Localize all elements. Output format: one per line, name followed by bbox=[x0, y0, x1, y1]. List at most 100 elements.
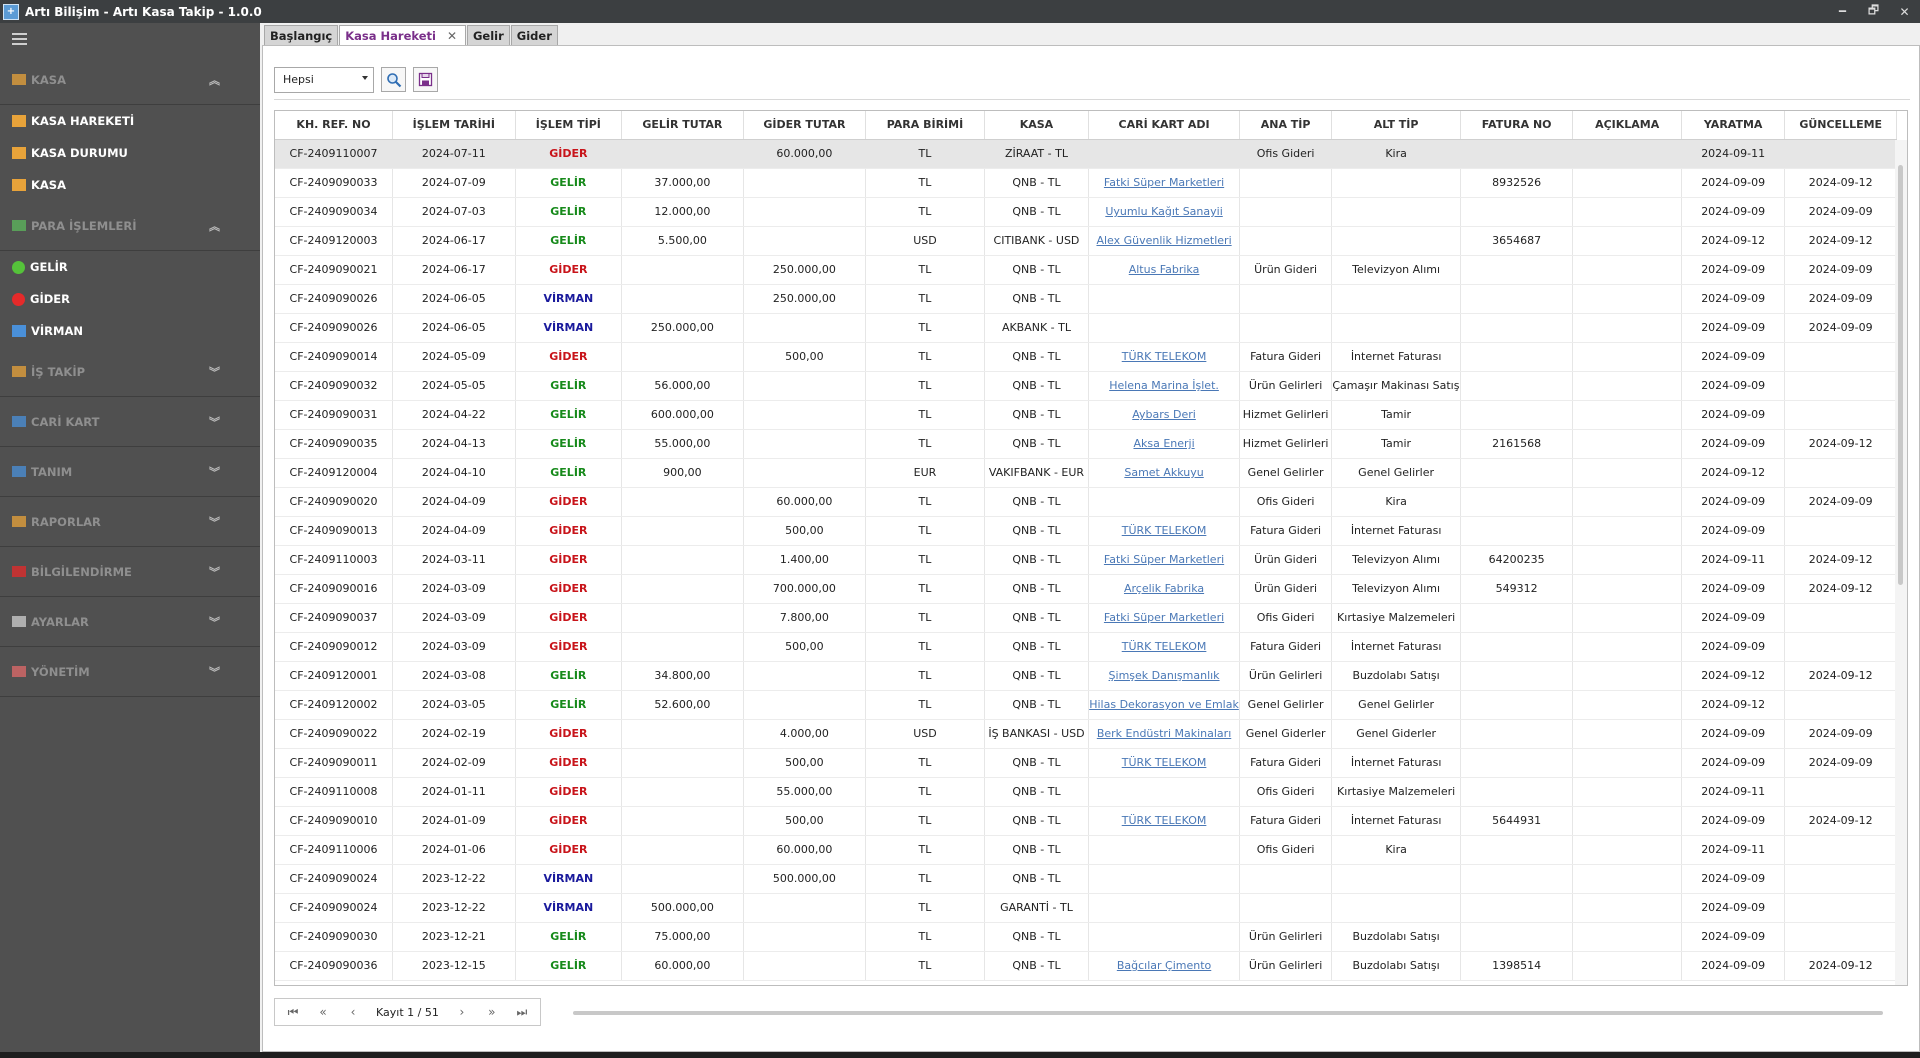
cari-link[interactable]: Arçelik Fabrika bbox=[1124, 582, 1204, 595]
table-row[interactable]: CF-2409120004 2024-04-10 GELİR 900,00 EUR VAK… bbox=[275, 458, 1897, 488]
table-row[interactable]: CF-2409090026 2024-06-05 VİRMAN 250.000,00 T… bbox=[275, 284, 1897, 314]
cari-link[interactable]: TÜRK TELEKOM bbox=[1122, 756, 1207, 769]
search-button[interactable] bbox=[381, 67, 406, 92]
table-row[interactable]: CF-2409090011 2024-02-09 GİDER 500,00 TL QNB … bbox=[275, 748, 1897, 778]
minimize-button[interactable]: 🗕 bbox=[1827, 0, 1858, 23]
restore-button[interactable]: 🗗 bbox=[1858, 0, 1889, 23]
table-row[interactable]: CF-2409090026 2024-06-05 VİRMAN 250.000,00 T… bbox=[275, 313, 1897, 343]
chevron-double-down-icon[interactable]: ︾ bbox=[209, 664, 220, 680]
table-row[interactable]: CF-2409090032 2024-05-05 GELİR 56.000,00 TL Q… bbox=[275, 371, 1897, 401]
column-header[interactable]: KASA bbox=[984, 111, 1090, 140]
table-row[interactable]: CF-2409090037 2024-03-09 GİDER 7.800,00 TL QN… bbox=[275, 603, 1897, 633]
nav-group-header[interactable]: AYARLAR ︾ bbox=[0, 597, 260, 647]
cari-link[interactable]: Fatki Süper Marketleri bbox=[1104, 553, 1224, 566]
table-row[interactable]: CF-2409090033 2024-07-09 GELİR 37.000,00 TL Q… bbox=[275, 168, 1897, 198]
cari-link[interactable]: Uyumlu Kağıt Sanayii bbox=[1105, 205, 1222, 218]
cari-link[interactable]: TÜRK TELEKOM bbox=[1122, 350, 1207, 363]
table-row[interactable]: CF-2409090036 2023-12-15 GELİR 60.000,00 TL Q… bbox=[275, 951, 1897, 981]
close-window-button[interactable]: ✕ bbox=[1889, 0, 1920, 23]
tab-kasa-hareketi[interactable]: Kasa Hareketi ✕ bbox=[339, 25, 466, 46]
sidebar-item[interactable]: GİDER bbox=[0, 283, 260, 315]
tab-baslangic[interactable]: Başlangıç bbox=[264, 25, 339, 46]
cari-link[interactable]: Bağcılar Çimento bbox=[1117, 959, 1211, 972]
chevron-double-down-icon[interactable]: ︾ bbox=[209, 514, 220, 530]
next-page-group-button[interactable]: » bbox=[477, 1001, 507, 1023]
nav-group-header[interactable]: YÖNETİM ︾ bbox=[0, 647, 260, 697]
nav-group-header[interactable]: İŞ TAKİP ︾ bbox=[0, 347, 260, 397]
column-header[interactable]: KH. REF. NO bbox=[275, 111, 394, 140]
nav-group-header[interactable]: RAPORLAR ︾ bbox=[0, 497, 260, 547]
next-page-button[interactable]: › bbox=[447, 1001, 477, 1023]
tab-close-icon[interactable]: ✕ bbox=[444, 29, 460, 43]
cari-link[interactable]: Aybars Deri bbox=[1132, 408, 1196, 421]
hamburger-menu-icon[interactable] bbox=[0, 23, 260, 55]
sidebar-item[interactable]: KASA bbox=[0, 169, 260, 201]
nav-group-header[interactable]: CARİ KART ︾ bbox=[0, 397, 260, 447]
table-row[interactable]: CF-2409110006 2024-01-06 GİDER 60.000,00 TL Q… bbox=[275, 835, 1897, 865]
last-page-button[interactable]: ⏭ bbox=[507, 1001, 537, 1023]
chevron-double-down-icon[interactable]: ︾ bbox=[209, 614, 220, 630]
column-header[interactable]: YARATMA bbox=[1681, 111, 1786, 140]
sidebar-item[interactable]: KASA HAREKETİ bbox=[0, 105, 260, 137]
cari-link[interactable]: Altus Fabrika bbox=[1129, 263, 1200, 276]
cari-link[interactable]: Şimşek Danışmanlık bbox=[1109, 669, 1220, 682]
column-header[interactable]: FATURA NO bbox=[1460, 111, 1574, 140]
table-row[interactable]: CF-2409090013 2024-04-09 GİDER 500,00 TL QNB … bbox=[275, 516, 1897, 546]
table-row[interactable]: CF-2409090014 2024-05-09 GİDER 500,00 TL QNB … bbox=[275, 342, 1897, 372]
cari-link[interactable]: TÜRK TELEKOM bbox=[1122, 524, 1207, 537]
nav-group-header[interactable]: BİLGİLENDİRME ︾ bbox=[0, 547, 260, 597]
tab-gider[interactable]: Gider bbox=[510, 25, 558, 46]
chevron-double-up-icon[interactable]: ︽ bbox=[209, 72, 220, 88]
table-row[interactable]: CF-2409090012 2024-03-09 GİDER 500,00 TL QNB … bbox=[275, 632, 1897, 662]
column-header[interactable]: CARİ KART ADI bbox=[1088, 111, 1240, 140]
table-row[interactable]: CF-2409090030 2023-12-21 GELİR 75.000,00 TL Q… bbox=[275, 922, 1897, 952]
nav-group-header[interactable]: PARA İŞLEMLERİ ︽ bbox=[0, 201, 260, 251]
cari-link[interactable]: Fatki Süper Marketleri bbox=[1104, 611, 1224, 624]
column-header[interactable]: ANA TİP bbox=[1239, 111, 1333, 140]
table-row[interactable]: CF-2409090021 2024-06-17 GİDER 250.000,00 TL… bbox=[275, 255, 1897, 285]
chevron-double-down-icon[interactable]: ︾ bbox=[209, 364, 220, 380]
table-row[interactable]: CF-2409110003 2024-03-11 GİDER 1.400,00 TL QN… bbox=[275, 545, 1897, 575]
table-row[interactable]: CF-2409110007 2024-07-11 GİDER 60.000,00 TL Z… bbox=[275, 139, 1897, 169]
cari-link[interactable]: Helena Marina İşlet. bbox=[1109, 379, 1219, 392]
chevron-double-down-icon[interactable]: ︾ bbox=[209, 464, 220, 480]
chevron-double-up-icon[interactable]: ︽ bbox=[209, 218, 220, 234]
table-row[interactable]: CF-2409120001 2024-03-08 GELİR 34.800,00 TL Q… bbox=[275, 661, 1897, 691]
tab-gelir[interactable]: Gelir bbox=[466, 25, 510, 46]
type-filter-select[interactable]: Hepsi bbox=[274, 66, 374, 93]
column-header[interactable]: ALT TİP bbox=[1331, 111, 1461, 140]
cari-link[interactable]: Samet Akkuyu bbox=[1124, 466, 1203, 479]
column-header[interactable]: AÇIKLAMA bbox=[1572, 111, 1682, 140]
nav-group-header[interactable]: TANIM ︾ bbox=[0, 447, 260, 497]
table-row[interactable]: CF-2409120003 2024-06-17 GELİR 5.500,00 USD C… bbox=[275, 226, 1897, 256]
table-row[interactable]: CF-2409090035 2024-04-13 GELİR 55.000,00 TL Q… bbox=[275, 429, 1897, 459]
horizontal-scrollbar[interactable] bbox=[573, 1011, 1883, 1015]
table-row[interactable]: CF-2409090022 2024-02-19 GİDER 4.000,00 USD İ… bbox=[275, 719, 1897, 749]
column-header[interactable]: İŞLEM TARİHİ bbox=[392, 111, 516, 140]
column-header[interactable]: GELİR TUTAR bbox=[621, 111, 744, 140]
sidebar-item[interactable]: KASA DURUMU bbox=[0, 137, 260, 169]
chevron-double-down-icon[interactable]: ︾ bbox=[209, 414, 220, 430]
export-button[interactable] bbox=[413, 67, 438, 92]
table-row[interactable]: CF-2409090016 2024-03-09 GİDER 700.000,00 TL… bbox=[275, 574, 1897, 604]
cari-link[interactable]: Fatki Süper Marketleri bbox=[1104, 176, 1224, 189]
scrollbar-thumb[interactable] bbox=[1898, 165, 1903, 585]
column-header[interactable]: İŞLEM TİPİ bbox=[515, 111, 623, 140]
prev-page-group-button[interactable]: « bbox=[308, 1001, 338, 1023]
table-row[interactable]: CF-2409090010 2024-01-09 GİDER 500,00 TL QNB … bbox=[275, 806, 1897, 836]
column-header[interactable]: GİDER TUTAR bbox=[743, 111, 867, 140]
table-row[interactable]: CF-2409090024 2023-12-22 VİRMAN 500.000,00 T… bbox=[275, 864, 1897, 894]
sidebar-item[interactable]: VİRMAN bbox=[0, 315, 260, 347]
cari-link[interactable]: TÜRK TELEKOM bbox=[1122, 640, 1207, 653]
table-row[interactable]: CF-2409090031 2024-04-22 GELİR 600.000,00 TL… bbox=[275, 400, 1897, 430]
prev-page-button[interactable]: ‹ bbox=[338, 1001, 368, 1023]
table-row[interactable]: CF-2409110008 2024-01-11 GİDER 55.000,00 TL Q… bbox=[275, 777, 1897, 807]
cari-link[interactable]: Aksa Enerji bbox=[1133, 437, 1194, 450]
nav-group-header[interactable]: KASA ︽ bbox=[0, 55, 260, 105]
table-row[interactable]: CF-2409090024 2023-12-22 VİRMAN 500.000,00 T… bbox=[275, 893, 1897, 923]
cari-link[interactable]: Berk Endüstri Makinaları bbox=[1097, 727, 1231, 740]
table-row[interactable]: CF-2409090034 2024-07-03 GELİR 12.000,00 TL Q… bbox=[275, 197, 1897, 227]
table-row[interactable]: CF-2409090020 2024-04-09 GİDER 60.000,00 TL Q… bbox=[275, 487, 1897, 517]
cari-link[interactable]: Alex Güvenlik Hizmetleri bbox=[1096, 234, 1231, 247]
chevron-double-down-icon[interactable]: ︾ bbox=[209, 564, 220, 580]
